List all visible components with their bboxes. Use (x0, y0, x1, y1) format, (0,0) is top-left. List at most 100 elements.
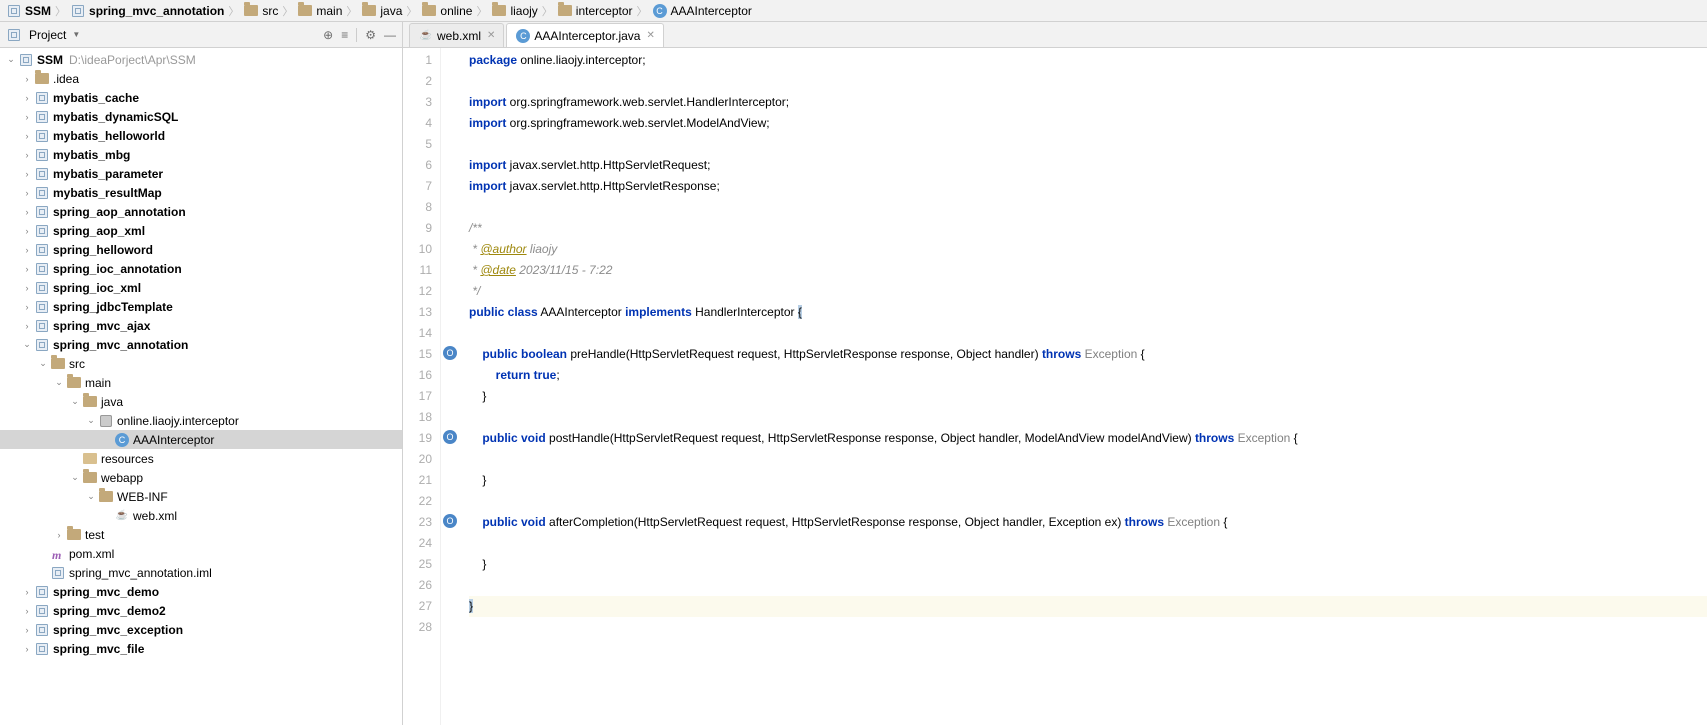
tree-node[interactable]: ›mybatis_helloworld (0, 126, 402, 145)
close-tab-icon[interactable]: ✕ (487, 30, 495, 41)
tree-node[interactable]: ›spring_mvc_demo (0, 582, 402, 601)
tree-node[interactable]: ›.idea (0, 69, 402, 88)
tree-node[interactable]: ⌄src (0, 354, 402, 373)
code-line[interactable] (469, 575, 1707, 596)
breadcrumb-item[interactable]: SSM (4, 3, 53, 19)
chevron-right-icon[interactable]: › (20, 644, 34, 654)
tree-node[interactable]: ›spring_mvc_exception (0, 620, 402, 639)
breadcrumb-item[interactable]: interceptor (555, 3, 635, 19)
chevron-down-icon[interactable]: ⌄ (36, 358, 50, 369)
tree-node[interactable]: ⌄WEB-INF (0, 487, 402, 506)
chevron-right-icon[interactable]: › (20, 321, 34, 331)
override-gutter-icon[interactable]: O (443, 514, 457, 528)
editor-tab[interactable]: CAAAInterceptor.java✕ (506, 23, 663, 47)
project-panel-title[interactable]: Project ▼ (6, 27, 323, 43)
code-line[interactable] (469, 197, 1707, 218)
breadcrumb-item[interactable]: main (295, 3, 344, 19)
code-line[interactable] (469, 71, 1707, 92)
select-opened-file-icon[interactable]: ⊕ (323, 28, 333, 42)
chevron-right-icon[interactable]: › (20, 264, 34, 274)
code-line[interactable]: public boolean preHandle(HttpServletRequ… (469, 344, 1707, 365)
code-line[interactable] (469, 617, 1707, 638)
tree-node[interactable]: mpom.xml (0, 544, 402, 563)
chevron-right-icon[interactable]: › (52, 530, 66, 540)
code-line[interactable] (469, 491, 1707, 512)
chevron-right-icon[interactable]: › (20, 169, 34, 179)
tree-node[interactable]: ⌄SSMD:\ideaPorject\Apr\SSM (0, 50, 402, 69)
tree-node[interactable]: ☕web.xml (0, 506, 402, 525)
tree-node[interactable]: ›spring_helloword (0, 240, 402, 259)
breadcrumb-item[interactable]: online (419, 3, 474, 19)
code-line[interactable]: package online.liaojy.interceptor; (469, 50, 1707, 71)
code-line[interactable]: } (469, 596, 1707, 617)
code-line[interactable]: } (469, 554, 1707, 575)
tree-node[interactable]: ⌄spring_mvc_annotation (0, 335, 402, 354)
code-line[interactable] (469, 533, 1707, 554)
chevron-down-icon[interactable]: ⌄ (4, 54, 18, 65)
code-line[interactable]: import javax.servlet.http.HttpServletRes… (469, 176, 1707, 197)
tree-node[interactable]: ›test (0, 525, 402, 544)
tree-node[interactable]: ›spring_mvc_ajax (0, 316, 402, 335)
tree-node[interactable]: ›spring_mvc_file (0, 639, 402, 658)
code-line[interactable]: public void afterCompletion(HttpServletR… (469, 512, 1707, 533)
editor-tab[interactable]: ☕web.xml✕ (409, 23, 504, 47)
chevron-right-icon[interactable]: › (20, 188, 34, 198)
chevron-right-icon[interactable]: › (20, 207, 34, 217)
chevron-right-icon[interactable]: › (20, 625, 34, 635)
chevron-right-icon[interactable]: › (20, 74, 34, 84)
tree-node[interactable]: ›mybatis_mbg (0, 145, 402, 164)
breadcrumb-item[interactable]: CAAAInterceptor (650, 3, 754, 19)
chevron-right-icon[interactable]: › (20, 587, 34, 597)
tree-node[interactable]: ›spring_jdbcTemplate (0, 297, 402, 316)
code-lines[interactable]: package online.liaojy.interceptor; import… (463, 48, 1707, 725)
tree-node[interactable]: ›spring_ioc_xml (0, 278, 402, 297)
tree-node[interactable]: ⌄webapp (0, 468, 402, 487)
code-line[interactable]: * @author liaojy (469, 239, 1707, 260)
code-line[interactable]: return true; (469, 365, 1707, 386)
code-line[interactable] (469, 134, 1707, 155)
chevron-down-icon[interactable]: ⌄ (84, 415, 98, 426)
code-line[interactable]: import org.springframework.web.servlet.M… (469, 113, 1707, 134)
tree-node[interactable]: ›spring_aop_annotation (0, 202, 402, 221)
code-line[interactable]: import javax.servlet.http.HttpServletReq… (469, 155, 1707, 176)
tree-node[interactable]: ›mybatis_dynamicSQL (0, 107, 402, 126)
chevron-right-icon[interactable]: › (20, 112, 34, 122)
code-line[interactable]: } (469, 386, 1707, 407)
tree-node[interactable]: spring_mvc_annotation.iml (0, 563, 402, 582)
settings-icon[interactable]: ⚙ (365, 28, 376, 42)
override-gutter-icon[interactable]: O (443, 346, 457, 360)
chevron-down-icon[interactable]: ⌄ (84, 491, 98, 502)
code-line[interactable]: public class AAAInterceptor implements H… (469, 302, 1707, 323)
breadcrumb-item[interactable]: java (359, 3, 404, 19)
code-line[interactable]: public void postHandle(HttpServletReques… (469, 428, 1707, 449)
tree-node[interactable]: ⌄java (0, 392, 402, 411)
close-tab-icon[interactable]: ✕ (646, 30, 654, 41)
breadcrumb-item[interactable]: liaojy (489, 3, 539, 19)
code-line[interactable] (469, 407, 1707, 428)
tree-node[interactable]: CAAAInterceptor (0, 430, 402, 449)
code-line[interactable]: import org.springframework.web.servlet.H… (469, 92, 1707, 113)
code-line[interactable] (469, 449, 1707, 470)
chevron-down-icon[interactable]: ⌄ (68, 472, 82, 483)
tree-node[interactable]: ›mybatis_cache (0, 88, 402, 107)
chevron-right-icon[interactable]: › (20, 226, 34, 236)
chevron-right-icon[interactable]: › (20, 283, 34, 293)
chevron-right-icon[interactable]: › (20, 606, 34, 616)
tree-node[interactable]: ›mybatis_parameter (0, 164, 402, 183)
chevron-down-icon[interactable]: ⌄ (20, 339, 34, 350)
expand-all-icon[interactable]: ≡ (341, 28, 348, 42)
tree-node[interactable]: ›spring_ioc_annotation (0, 259, 402, 278)
code-editor[interactable]: 1234567891011121314151617181920212223242… (403, 48, 1707, 725)
tree-node[interactable]: ›spring_aop_xml (0, 221, 402, 240)
code-line[interactable] (469, 323, 1707, 344)
chevron-right-icon[interactable]: › (20, 302, 34, 312)
hide-icon[interactable]: — (384, 28, 396, 42)
tree-node[interactable]: ›spring_mvc_demo2 (0, 601, 402, 620)
code-line[interactable]: /** (469, 218, 1707, 239)
chevron-right-icon[interactable]: › (20, 131, 34, 141)
code-line[interactable]: } (469, 470, 1707, 491)
chevron-right-icon[interactable]: › (20, 93, 34, 103)
tree-node[interactable]: resources (0, 449, 402, 468)
breadcrumb-item[interactable]: src (241, 3, 280, 19)
chevron-down-icon[interactable]: ⌄ (68, 396, 82, 407)
